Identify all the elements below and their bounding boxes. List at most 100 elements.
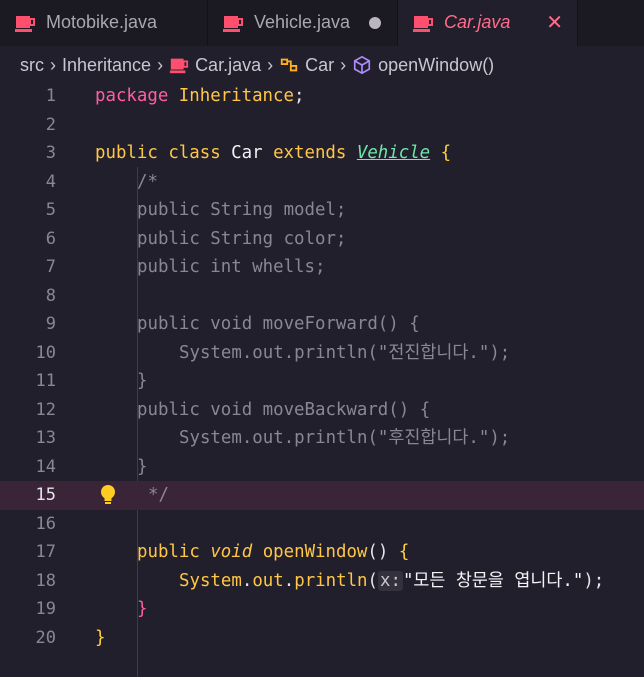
code-line: 16: [0, 510, 644, 539]
code-editor[interactable]: 1 package Inheritance; 2 3 public class …: [0, 82, 644, 677]
code-text: */: [148, 485, 169, 505]
line-number: 14: [35, 456, 56, 477]
coffee-cup-icon: [169, 58, 189, 74]
code-text: }: [137, 599, 148, 619]
breadcrumb-file[interactable]: Car.java: [195, 55, 261, 76]
code-text: /*: [137, 171, 158, 192]
breadcrumb-inheritance[interactable]: Inheritance: [62, 55, 151, 76]
tab-vehicle[interactable]: Vehicle.java: [208, 0, 398, 46]
chevron-right-icon: ›: [340, 54, 347, 75]
line-number: 6: [45, 228, 56, 249]
token: println: [294, 570, 368, 591]
token: {: [398, 542, 410, 562]
token: openWindow: [262, 542, 368, 562]
line-number: 2: [45, 114, 56, 135]
breadcrumb-class[interactable]: Car: [305, 55, 334, 76]
breadcrumb-src[interactable]: src: [20, 55, 44, 76]
current-line: 15 */: [0, 481, 644, 510]
code-line: 6 public String color;: [0, 225, 644, 254]
coffee-cup-icon: [223, 16, 243, 32]
method-cube-icon: [354, 55, 371, 75]
code-text: System.out.println(x: "모든 창문을 엽니다.");: [179, 570, 605, 591]
coffee-cup-icon: [413, 16, 433, 32]
breadcrumb-method[interactable]: openWindow(): [378, 55, 494, 76]
line-number: 19: [35, 599, 56, 619]
string-literal: "모든 창문을 엽니다.": [402, 570, 584, 591]
tab-label: Vehicle.java: [254, 12, 351, 32]
superclass-link[interactable]: Vehicle: [357, 143, 430, 163]
token: out: [252, 570, 284, 591]
token: Car: [231, 143, 263, 163]
code-text: public String model;: [137, 200, 347, 220]
line-number: 11: [35, 371, 56, 391]
code-line: 13 System.out.println("후진합니다.");: [0, 424, 644, 453]
code-line: 14 }: [0, 453, 644, 482]
line-number: 17: [35, 542, 56, 562]
code-text: System.out.println("전진합니다.");: [179, 342, 511, 363]
line-number: 15: [35, 485, 56, 505]
code-line: 19 }: [0, 595, 644, 624]
code-line: 9 public void moveForward() {: [0, 310, 644, 339]
line-number: 18: [35, 570, 56, 591]
tab-motobike[interactable]: Motobike.java: [0, 0, 208, 46]
close-icon[interactable]: ✕: [546, 10, 563, 35]
chevron-right-icon: ›: [157, 54, 164, 75]
code-line: 18 System.out.println(x: "모든 창문을 엽니다.");: [0, 567, 644, 596]
code-text: System.out.println("후진합니다.");: [179, 428, 511, 448]
code-text: public int whells;: [137, 257, 326, 277]
code-line: 8: [0, 282, 644, 311]
line-number: 16: [35, 513, 56, 534]
token: Inheritance: [178, 86, 294, 106]
code-line: 1 package Inheritance;: [0, 82, 644, 111]
code-text: }: [95, 627, 106, 648]
code-line: 12 public void moveBackward() {: [0, 396, 644, 425]
code-text: public String color;: [137, 228, 347, 249]
tab-label: Car.java: [444, 12, 511, 32]
code-line: 17 public void openWindow() {: [0, 538, 644, 567]
line-number: 4: [45, 171, 56, 192]
class-symbol-icon: [280, 58, 298, 72]
code-text: package Inheritance;: [95, 82, 304, 111]
tab-bar: Motobike.java Vehicle.java Car.java ✕: [0, 0, 644, 46]
code-text: }: [137, 371, 148, 391]
line-number: 5: [45, 200, 56, 220]
token: extends: [273, 143, 347, 163]
code-text: public class Car extends Vehicle {: [95, 139, 451, 168]
line-number: 13: [35, 428, 56, 448]
token: );: [583, 570, 605, 591]
chevron-right-icon: ›: [267, 54, 274, 75]
line-number: 10: [35, 342, 56, 363]
unsaved-dot-icon[interactable]: [369, 17, 381, 29]
code-text: public void moveBackward() {: [137, 399, 431, 420]
line-number: 12: [35, 399, 56, 420]
line-number: 3: [45, 143, 56, 163]
token: {: [440, 143, 452, 163]
token: class: [168, 143, 221, 163]
token: public: [95, 143, 158, 163]
token: public: [137, 542, 200, 562]
code-line: 20 }: [0, 624, 644, 653]
code-line: 4 /*: [0, 168, 644, 197]
token: (): [367, 542, 389, 562]
line-number: 1: [45, 86, 56, 106]
line-number: 7: [45, 257, 56, 277]
code-text: public void openWindow() {: [137, 538, 409, 567]
code-text: public void moveForward() {: [137, 314, 420, 334]
line-number: 9: [45, 314, 56, 334]
token: void: [210, 542, 253, 562]
code-line: 2: [0, 111, 644, 140]
chevron-right-icon: ›: [50, 54, 56, 75]
tab-car[interactable]: Car.java ✕: [398, 0, 578, 46]
lightbulb-icon[interactable]: [99, 484, 117, 506]
line-number: 8: [45, 285, 56, 306]
token: System: [179, 570, 242, 591]
code-line: 3 public class Car extends Vehicle {: [0, 139, 644, 168]
token: ;: [293, 86, 305, 106]
code-line: 5 public String model;: [0, 196, 644, 225]
tab-label: Motobike.java: [46, 12, 158, 32]
line-number: 20: [35, 627, 56, 648]
code-text: }: [137, 456, 148, 477]
code-line: 10 System.out.println("전진합니다.");: [0, 339, 644, 368]
breadcrumb: src › Inheritance › Car.java › Car › ope…: [0, 46, 644, 84]
token: package: [95, 86, 169, 106]
